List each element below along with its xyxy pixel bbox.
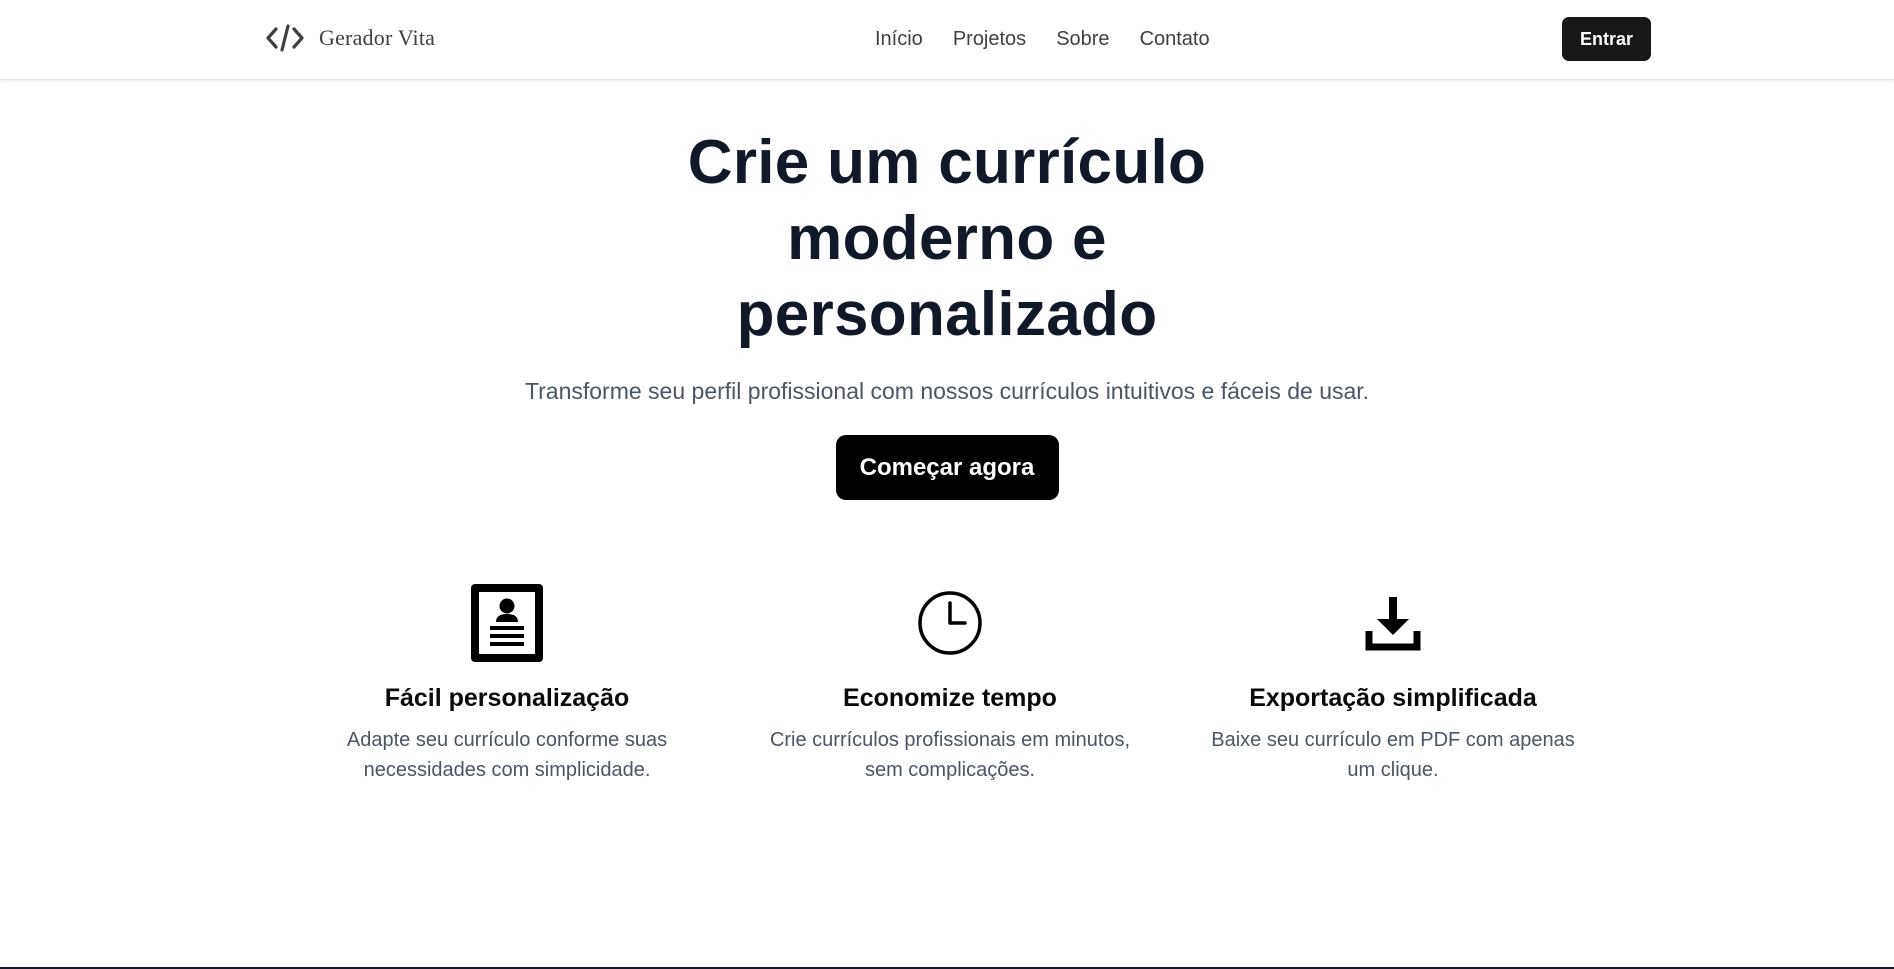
feature-card-export: Exportação simplificada Baixe seu curríc…: [1193, 583, 1593, 785]
clock-icon: [918, 591, 982, 655]
nav-link-projetos[interactable]: Projetos: [953, 27, 1026, 51]
feature-title: Economize tempo: [843, 684, 1057, 712]
code-brackets-icon: [266, 24, 304, 52]
brand-name: Gerador Vita: [319, 25, 436, 50]
start-now-button[interactable]: Começar agora: [835, 435, 1059, 500]
nav-link-sobre[interactable]: Sobre: [1056, 27, 1109, 51]
feature-title: Fácil personalização: [384, 684, 630, 712]
profile-card-icon: [471, 584, 543, 662]
download-icon: [1365, 597, 1421, 651]
feature-description: Baixe seu currículo em PDF com apenas um…: [1211, 729, 1575, 781]
feature-description: Adapte seu currículo conforme suas neces…: [346, 729, 668, 781]
hero-title: Crie um currículo moderno e personalizad…: [687, 128, 1207, 349]
login-button[interactable]: Entrar: [1562, 17, 1651, 61]
hero-section: Crie um currículo moderno e personalizad…: [0, 125, 1894, 500]
feature-title: Exportação simplificada: [1249, 684, 1537, 712]
feature-card-personalization: Fácil personalização Adapte seu currícul…: [307, 583, 707, 785]
hero-subtitle: Transforme seu perfil profissional com n…: [524, 378, 1370, 404]
feature-description: Crie currículos profissionais em minutos…: [769, 729, 1131, 781]
nav-link-inicio[interactable]: Início: [875, 27, 923, 51]
main-nav: Início Projetos Sobre Contato: [875, 27, 1210, 51]
feature-card-save-time: Economize tempo Crie currículos profissi…: [750, 583, 1150, 785]
nav-link-contato[interactable]: Contato: [1140, 27, 1210, 51]
top-navbar: Gerador Vita Início Projetos Sobre Conta…: [0, 0, 1894, 80]
brand-logo[interactable]: Gerador Vita: [265, 22, 435, 54]
